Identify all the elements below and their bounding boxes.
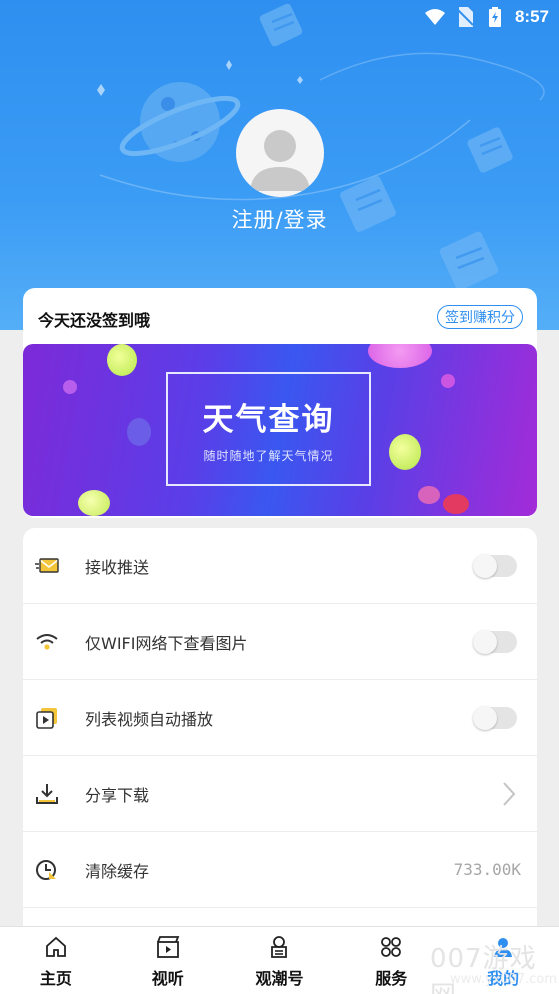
setting-label: 接收推送 [85,557,150,577]
banner-bubble [418,486,440,504]
nav-label: 视听 [151,969,184,988]
download-icon [35,782,59,806]
no-sim-icon [455,7,475,27]
setting-label: 列表视频自动播放 [85,709,214,729]
video-play-icon [35,706,59,730]
wifi-images-toggle[interactable] [473,629,517,654]
setting-row-autoplay[interactable]: 列表视频自动播放 [23,680,537,756]
setting-row-push[interactable]: 接收推送 [23,528,537,604]
banner-frame: 天气查询 随时随地了解天气情况 [166,372,371,486]
setting-label: 仅WIFI网络下查看图片 [85,633,248,653]
setting-row-wifi-images[interactable]: 仅WIFI网络下查看图片 [23,604,537,680]
setting-label: 分享下载 [85,785,150,805]
nav-label: 观潮号 [255,969,304,988]
clock-icon [35,858,59,882]
banner-title: 天气查询 [202,402,335,438]
nav-label: 主页 [39,969,72,988]
battery-charging-icon [485,7,505,27]
status-time: 8:57 [514,7,549,26]
login-register-link[interactable]: 注册/登录 [0,204,559,234]
signin-prompt: 今天还没签到哦 [38,311,151,330]
setting-row-share-download[interactable]: 分享下载 [23,756,537,832]
setting-label: 清除缓存 [85,861,150,881]
banner-subtitle: 随时随地了解天气情况 [203,449,334,463]
banner-bubble [107,344,137,376]
cache-size-value: 733.00K [453,860,521,879]
grid-icon [381,937,402,957]
nav-item-video[interactable]: 视听 [112,927,224,994]
profile-header: 8:57 注册/登录 [0,0,559,330]
banner-bubble [443,494,469,514]
nav-item-guanchao[interactable]: 观潮号 [224,927,336,994]
avatar[interactable] [236,109,324,197]
signin-button[interactable]: 签到赚积分 [437,305,523,329]
banner-bubble [78,490,110,516]
weather-banner[interactable]: 天气查询 随时随地了解天气情况 [23,344,537,516]
chevron-right-icon [503,781,516,806]
banner-bubble [441,374,455,388]
default-avatar-icon [250,130,310,191]
push-toggle[interactable] [473,553,517,578]
banner-bubble [368,344,432,368]
banner-bubble [63,380,77,394]
banner-bubble [127,418,151,446]
toggle-knob [473,629,497,654]
envelope-icon [35,554,59,578]
toggle-knob [473,705,497,730]
status-bar: 8:57 [0,0,559,34]
wifi-status-icon [424,7,445,27]
settings-list: 接收推送 仅WIFI网络下查看图片 列表视频自动播放 分享下载 清除缓存 733… [23,528,537,928]
toggle-knob [473,553,497,578]
autoplay-toggle[interactable] [473,705,517,730]
wifi-icon [35,630,59,654]
banner-bubble [389,434,421,470]
home-icon [45,936,66,957]
signin-card: 今天还没签到哦 签到赚积分 天气查询 随时随地了解天气情况 [23,288,537,518]
setting-row-clear-cache[interactable]: 清除缓存 733.00K [23,832,537,908]
watermark-url: www.yx007.com [450,972,557,987]
nav-item-home[interactable]: 主页 [0,927,112,994]
nav-label: 服务 [375,969,408,988]
profile-card-icon [271,936,288,958]
clapperboard-icon [156,936,180,958]
